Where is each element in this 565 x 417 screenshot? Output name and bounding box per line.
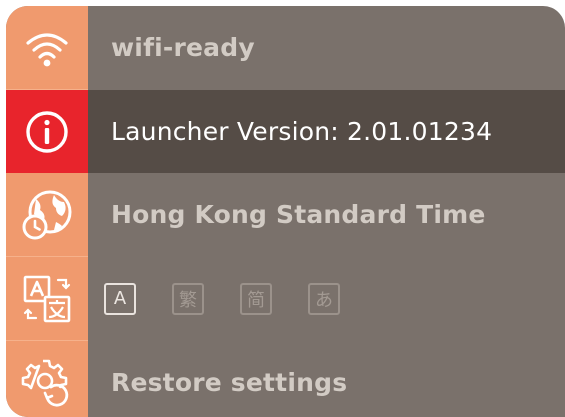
language-option-traditional-chinese[interactable]: 繁 [172,282,204,315]
info-icon [24,109,70,155]
translate-icon-cell [6,257,88,340]
settings-panel: wifi-ready Launcher Version: 2.01.01234 [6,6,565,417]
language-option-english[interactable]: A [104,282,136,315]
timezone-label: Hong Kong Standard Time [111,200,486,229]
wifi-row[interactable]: wifi-ready [6,6,565,89]
language-options: A 繁 简 あ [104,257,340,340]
globe-clock-icon-cell [6,173,88,256]
wifi-icon-cell [6,6,88,89]
language-row: A 繁 简 あ [6,257,565,340]
restore-settings-label: Restore settings [111,368,348,397]
language-option-japanese[interactable]: あ [308,282,340,315]
gear-refresh-icon [21,357,73,409]
wifi-status-label: wifi-ready [111,33,255,62]
gear-refresh-icon-cell [6,341,88,417]
info-icon-cell [6,90,88,173]
version-row[interactable]: Launcher Version: 2.01.01234 [6,90,565,173]
launcher-version-label: Launcher Version: 2.01.01234 [111,117,493,146]
timezone-row[interactable]: Hong Kong Standard Time [6,173,565,256]
globe-clock-icon [20,188,74,242]
translate-icon [22,274,72,324]
language-option-simplified-chinese[interactable]: 简 [240,282,272,315]
restore-row[interactable]: Restore settings [6,341,565,417]
wifi-icon [24,28,70,68]
